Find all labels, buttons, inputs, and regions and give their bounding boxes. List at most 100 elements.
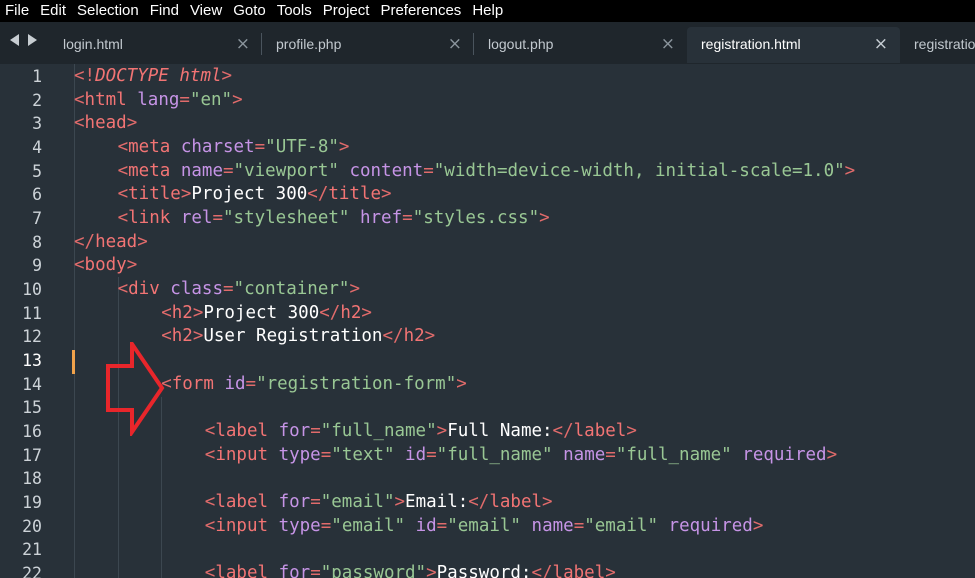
code-token: label [215,420,269,441]
code-token: head [95,231,138,252]
tab-scroll-right-icon[interactable] [28,34,37,46]
code-line[interactable]: <head> [74,112,137,136]
code-token: div [128,278,160,299]
code-token: href [359,207,403,228]
code-token: body [84,255,127,276]
code-editor[interactable]: 1 2 3 4 5 6 7 8 9 10 11 12 13 14 15 16 17 18 19 20 21 22 <!DO… [0,64,975,578]
code-token: = [426,444,437,465]
code-token: > [221,66,233,86]
line-number: 11 [22,303,42,323]
code-token: < [74,255,85,276]
code-token: for [278,562,311,578]
code-line[interactable]: <title>Project 300</title> [118,183,392,207]
code-line[interactable]: <label for="full_name">Full Name:</label… [205,420,637,444]
code-line[interactable]: <input type="email" id="email" name="ema… [205,515,764,539]
code-line[interactable]: <html lang="en"> [74,89,243,113]
tab-profile-php[interactable]: profile.php × [262,27,474,63]
code-token: > [626,420,637,441]
code-line[interactable]: <form id="registration-form"> [161,373,467,397]
code-token: input [215,515,269,536]
code-token: "password" [320,562,427,578]
code-token: = [223,160,234,181]
code-token: > [192,326,204,347]
code-line[interactable]: <!DOCTYPE html> [74,65,232,89]
code-token: DOCTYPE [95,66,169,86]
code-token: type [278,515,321,536]
code-line[interactable]: <label for="password">Password:</label> [205,562,616,578]
close-tab-icon[interactable]: × [236,33,250,55]
menu-find[interactable]: Find [145,0,185,22]
code-line[interactable]: <meta charset="UTF-8"> [118,136,350,160]
code-token: Project 300 [191,184,308,205]
menu-project[interactable]: Project [318,0,376,22]
menu-goto[interactable]: Goto [228,0,272,22]
menu-help[interactable]: Help [467,0,509,22]
code-line[interactable]: <h2>User Registration</h2> [161,325,435,349]
code-token: > [539,207,550,228]
close-tab-icon[interactable]: × [874,33,888,55]
tab-logout-php[interactable]: logout.php × [474,27,687,63]
menu-preferences[interactable]: Preferences [375,0,467,22]
code-token: "viewport" [233,160,339,181]
menu-selection[interactable]: Selection [72,0,145,22]
code-token: "registration-form" [256,373,457,394]
code-token: h2 [171,326,193,347]
code-token: </ [531,562,553,578]
close-tab-icon[interactable]: × [448,33,462,55]
code-line[interactable]: <input type="text" id="full_name" name="… [205,444,837,468]
menu-edit[interactable]: Edit [35,0,72,22]
code-token: Full Name: [447,420,553,441]
code-token: > [844,160,856,181]
code-token: id [415,515,437,536]
line-number: 21 [22,540,42,560]
code-line[interactable]: <h2>Project 300</h2> [161,302,372,326]
code-token: <! [74,66,96,86]
line-number: 15 [22,398,42,418]
menu-view[interactable]: View [185,0,228,22]
tab-registration-partial[interactable]: registratio [900,27,975,63]
menu-file[interactable]: File [0,0,35,22]
code-token: "UTF-8" [265,136,339,157]
code-line[interactable]: </head> [74,231,148,255]
code-token: > [542,491,553,512]
tab-registration-html[interactable]: registration.html × [687,27,900,63]
code-line[interactable]: <meta name="viewport" content="width=dev… [118,160,856,184]
line-number: 10 [22,279,42,299]
code-token: title [328,184,382,205]
indent-guide [74,64,75,578]
code-token: < [74,113,85,134]
code-token: "full_name" [320,420,437,441]
code-token: = [310,491,321,512]
tab-scroll-left-icon[interactable] [10,34,19,46]
code-line[interactable]: <label for="email">Email:</label> [205,491,553,515]
code-token: > [456,373,467,394]
code-token: meta [128,136,171,157]
close-tab-icon[interactable]: × [661,33,675,55]
line-number: 2 [32,90,42,110]
code-token: name [531,515,574,536]
code-token: = [573,515,585,536]
code-token: < [117,160,129,181]
code-token: < [117,184,129,205]
code-token: < [204,420,216,441]
code-token: </ [468,491,490,512]
menu-tools[interactable]: Tools [272,0,318,22]
tab-login-html[interactable]: login.html × [49,27,262,63]
code-line[interactable]: <body> [74,254,137,278]
line-number: 14 [22,374,42,394]
code-token: "email" [331,515,406,536]
line-number: 1 [32,67,42,86]
code-line[interactable]: <link rel="stylesheet" href="styles.css"… [118,207,550,231]
code-token: label [489,491,543,512]
code-token: "email" [584,515,658,536]
code-line[interactable]: <div class="container"> [118,278,360,302]
line-number: 16 [22,421,42,441]
code-token: "stylesheet" [223,207,350,228]
